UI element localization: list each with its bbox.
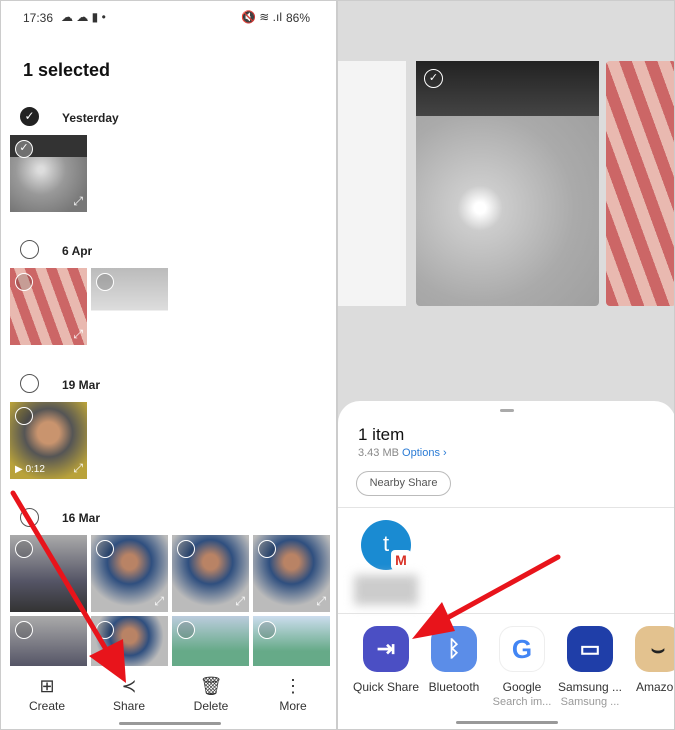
annotation-arrow xyxy=(10,490,126,683)
gallery-screen: 17:36 ☁ ☁ ▮ • 🔇 ≋ .ıl 86% 1 selected ✓ Y… xyxy=(0,0,337,730)
share-screen: ✓ 1 item 3.43 MB Options › Nearby Share … xyxy=(337,0,675,730)
annotation-arrow xyxy=(412,554,561,639)
